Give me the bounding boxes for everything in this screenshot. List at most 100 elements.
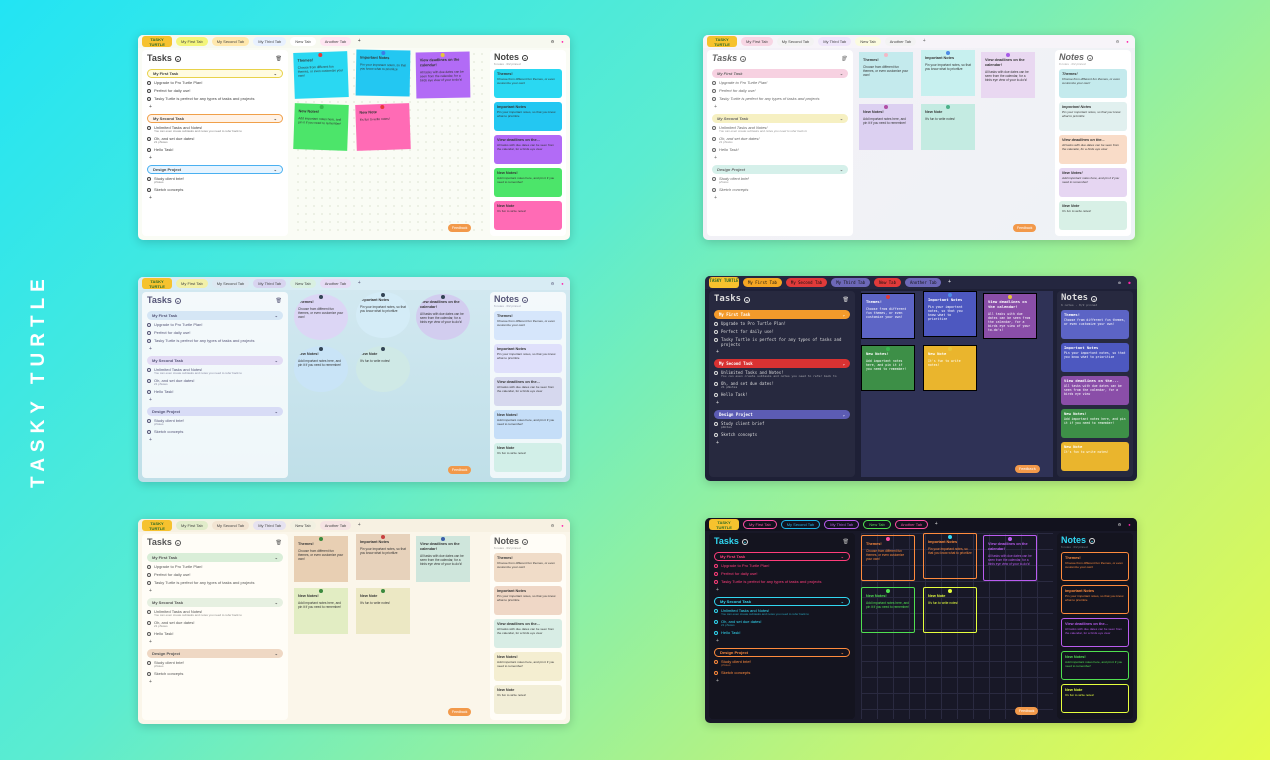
note-card[interactable]: New Note It's fun to write notes! — [1061, 683, 1129, 713]
task-checkbox[interactable] — [714, 322, 718, 326]
sticky-note[interactable]: New Note It's fun to write notes! — [356, 588, 410, 634]
task-checkbox[interactable] — [714, 338, 718, 342]
feedback-button[interactable]: Feedback — [448, 224, 472, 232]
note-card[interactable]: View deadlines on the... All tasks with d… — [494, 134, 562, 164]
sticky-note[interactable]: Important Notes Pin your important notes,… — [356, 534, 410, 580]
task-checkbox[interactable] — [147, 126, 151, 131]
settings-icon[interactable]: ⚙ — [1116, 521, 1123, 528]
chevron-down-icon[interactable]: ⌄ — [275, 555, 278, 560]
sticky-note[interactable]: Important Notes Pin your important notes,… — [356, 292, 410, 338]
chevron-down-icon[interactable]: ⌄ — [843, 361, 845, 366]
task-item[interactable]: Upgrade to Pro Turtle Plan! — [712, 80, 848, 86]
add-tab-button[interactable]: + — [932, 521, 940, 529]
add-subtask-button[interactable]: + — [149, 639, 283, 645]
add-subtask-button[interactable]: + — [716, 678, 850, 684]
chevron-down-icon[interactable]: ⌄ — [275, 358, 278, 363]
tab-5[interactable]: Another Tab — [894, 520, 929, 529]
task-group-header[interactable]: Design Project ⌄ — [147, 649, 283, 658]
add-tab-button[interactable]: + — [945, 279, 953, 287]
tab-1[interactable]: My First Tab — [176, 521, 208, 530]
tab-2[interactable]: My Second Tab — [211, 521, 250, 530]
add-note-button[interactable]: + — [1089, 538, 1096, 544]
task-item[interactable]: Hello Task! — [714, 392, 850, 398]
task-checkbox[interactable] — [147, 97, 151, 101]
sticky-note[interactable]: New Notes! Add important notes here, and … — [293, 103, 349, 151]
sticky-note[interactable]: Important Notes Pin your important notes,… — [923, 533, 977, 579]
task-checkbox[interactable] — [147, 389, 151, 394]
chevron-down-icon[interactable]: ⌄ — [274, 116, 277, 121]
add-subtask-button[interactable]: + — [714, 195, 848, 201]
chevron-down-icon[interactable]: ⌄ — [275, 313, 278, 318]
feedback-button[interactable]: Feedback — [1015, 465, 1040, 473]
note-card[interactable]: View deadlines on the... All tasks with d… — [1061, 375, 1129, 405]
task-checkbox[interactable] — [147, 323, 151, 327]
note-card[interactable]: View deadlines on the... All tasks with d… — [1061, 617, 1129, 647]
sticky-note[interactable]: Themes! Choose from different fun themes,… — [861, 293, 915, 339]
add-task-button[interactable]: + — [744, 297, 751, 303]
sticky-note[interactable]: Important Notes Pin your important notes,… — [355, 49, 411, 97]
avatar[interactable]: ● — [559, 280, 566, 287]
task-checkbox[interactable] — [147, 177, 151, 181]
note-card[interactable]: Important Notes Pin your important notes,… — [494, 101, 562, 131]
task-checkbox[interactable] — [147, 661, 151, 665]
task-checkbox[interactable] — [714, 670, 718, 675]
chevron-down-icon[interactable]: ⌄ — [840, 167, 843, 172]
add-task-button[interactable]: + — [174, 298, 181, 304]
task-checkbox[interactable] — [147, 671, 151, 676]
add-subtask-button[interactable]: + — [149, 346, 283, 352]
tab-1[interactable]: My First Tab — [176, 279, 208, 288]
note-card[interactable]: New Note It's fun to write notes! — [494, 684, 562, 714]
add-tab-button[interactable]: + — [355, 38, 363, 46]
tab-4[interactable]: New Tab — [290, 279, 316, 288]
sticky-note[interactable]: View deadlines on the calendar! All tasks… — [983, 293, 1037, 339]
task-group-header[interactable]: My First Task ⌄ — [147, 69, 283, 78]
settings-icon[interactable]: ⚙ — [549, 522, 556, 529]
task-item[interactable]: Unlimited Tasks and Notes! You can even c… — [147, 609, 283, 618]
add-subtask-button[interactable]: + — [149, 397, 283, 403]
task-item[interactable]: Oh, and set due dates! 21 pNotes — [714, 381, 850, 390]
task-item[interactable]: Perfect for daily use! — [714, 571, 850, 577]
tab-2[interactable]: My Second Tab — [211, 279, 250, 288]
sticky-note[interactable]: Important Notes Pin your important notes,… — [921, 50, 975, 96]
task-item[interactable]: Sketch concepts — [714, 670, 850, 676]
add-subtask-button[interactable]: + — [714, 104, 848, 110]
task-checkbox[interactable] — [147, 419, 151, 423]
task-group-header[interactable]: My Second Task ⌄ — [147, 114, 283, 124]
add-task-button[interactable]: + — [740, 56, 747, 62]
sticky-note[interactable]: Important Notes Pin your important notes,… — [923, 291, 977, 337]
task-checkbox[interactable] — [147, 368, 151, 373]
chevron-down-icon[interactable]: ⌄ — [274, 167, 277, 172]
chevron-down-icon[interactable]: ⌄ — [841, 650, 844, 655]
tab-3[interactable]: My Third Tab — [824, 520, 860, 529]
task-item[interactable]: Unlimited Tasks and Notes! You can even c… — [712, 125, 848, 134]
task-group-header[interactable]: My First Task ⌄ — [147, 553, 283, 562]
chevron-down-icon[interactable]: ⌄ — [275, 600, 278, 605]
add-subtask-button[interactable]: + — [149, 437, 283, 443]
tab-4[interactable]: New Tab — [290, 37, 316, 46]
note-card[interactable]: Important Notes Pin your important notes,… — [1061, 342, 1129, 372]
sticky-note[interactable]: New Note It's fun to write notes! — [356, 346, 410, 392]
tab-5[interactable]: Another Tab — [319, 37, 352, 46]
task-checkbox[interactable] — [147, 379, 151, 383]
task-item[interactable]: Oh, and set due dates! 21 pNotes — [147, 620, 283, 629]
task-item[interactable]: Unlimited Tasks and Notes! You can even c… — [714, 370, 850, 379]
note-card[interactable]: View deadlines on the... All tasks with d… — [494, 618, 562, 648]
sticky-note[interactable]: New Notes! Add important notes here, and … — [294, 346, 348, 392]
tab-5[interactable]: Another Tab — [884, 37, 917, 46]
task-item[interactable]: Upgrade to Pro Turtle Plan! — [147, 322, 283, 328]
sticky-note[interactable]: New Note It's fun to write notes! — [921, 104, 975, 150]
task-checkbox[interactable] — [147, 621, 151, 625]
task-checkbox[interactable] — [712, 81, 716, 85]
add-subtask-button[interactable]: + — [716, 349, 850, 355]
task-item[interactable]: Sketch concepts — [147, 429, 283, 435]
add-note-button[interactable]: + — [522, 297, 529, 303]
task-checkbox[interactable] — [714, 371, 718, 376]
task-checkbox[interactable] — [714, 422, 718, 426]
task-item[interactable]: Tasky Turtle is perfect for any types of… — [147, 96, 283, 102]
tab-3[interactable]: My Third Tab — [831, 278, 871, 287]
trash-icon[interactable]: 🗑 — [843, 297, 849, 303]
add-note-button[interactable]: + — [1087, 55, 1094, 61]
note-card[interactable]: New Note It's fun to write notes! — [1061, 441, 1129, 471]
task-group-header[interactable]: My First Task ⌄ — [714, 310, 850, 319]
feedback-button[interactable]: Feedback — [448, 466, 472, 474]
